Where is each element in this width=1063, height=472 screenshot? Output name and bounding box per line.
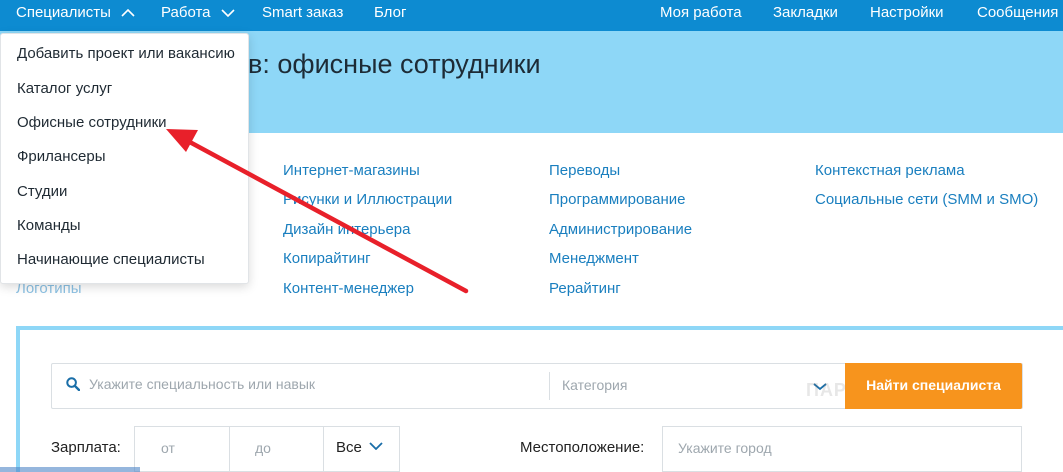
- category-select[interactable]: Категория: [562, 377, 627, 393]
- find-specialist-button[interactable]: Найти специалиста: [845, 363, 1022, 409]
- currency-value: Все: [336, 439, 362, 456]
- nav-settings[interactable]: Настройки: [870, 0, 944, 31]
- nav-specialists-label: Специалисты: [16, 4, 111, 21]
- search-divider: [549, 372, 550, 400]
- location-label: Местоположение:: [520, 439, 645, 456]
- category-link[interactable]: Администрирование: [549, 221, 692, 238]
- chevron-down-icon: [221, 9, 235, 18]
- bottom-strip: [0, 467, 140, 472]
- specialists-dropdown: Добавить проект или вакансию Каталог усл…: [0, 33, 249, 284]
- salary-to-placeholder: до: [255, 440, 271, 456]
- category-link[interactable]: Переводы: [549, 162, 620, 179]
- nav-messages[interactable]: Сообщения: [977, 0, 1058, 31]
- location-placeholder: Укажите город: [678, 440, 772, 456]
- nav-specialists[interactable]: Специалисты: [16, 0, 135, 31]
- nav-smart-order[interactable]: Smart заказ: [262, 0, 343, 31]
- category-link[interactable]: Программирование: [549, 191, 685, 208]
- dropdown-item-teams[interactable]: Команды: [17, 217, 81, 234]
- category-link[interactable]: Дизайн интерьера: [283, 221, 410, 238]
- nav-my-work[interactable]: Моя работа: [660, 0, 742, 31]
- category-link[interactable]: Контент-менеджер: [283, 280, 414, 297]
- dropdown-item-services-catalog[interactable]: Каталог услуг: [17, 80, 112, 97]
- salary-from-placeholder: от: [161, 440, 175, 456]
- chevron-down-icon: [369, 442, 383, 450]
- dropdown-item-beginners[interactable]: Начинающие специалисты: [17, 251, 205, 268]
- salary-from-field[interactable]: [134, 426, 230, 472]
- category-link[interactable]: Интернет-магазины: [283, 162, 420, 179]
- category-link[interactable]: Социальные сети (SMM и SMO): [815, 191, 1038, 208]
- page-title: в: офисные сотрудники: [248, 49, 541, 79]
- dropdown-item-studios[interactable]: Студии: [17, 183, 67, 200]
- category-link[interactable]: Менеджмент: [549, 250, 639, 267]
- nav-work[interactable]: Работа: [161, 0, 235, 31]
- search-icon: [66, 377, 80, 391]
- nav-work-label: Работа: [161, 4, 211, 21]
- chevron-up-icon: [121, 9, 135, 17]
- salary-label: Зарплата:: [51, 439, 121, 456]
- category-link[interactable]: Рерайтинг: [549, 280, 621, 297]
- dropdown-item-freelancers[interactable]: Фрилансеры: [17, 148, 105, 165]
- category-link[interactable]: Контекстная реклама: [815, 162, 965, 179]
- nav-bookmarks[interactable]: Закладки: [773, 0, 838, 31]
- dropdown-item-add-project[interactable]: Добавить проект или вакансию: [17, 45, 235, 62]
- dropdown-item-office-workers[interactable]: Офисные сотрудники: [17, 114, 167, 131]
- top-navigation: Специалисты Работа Smart заказ Блог Моя …: [0, 0, 1063, 31]
- search-input[interactable]: Укажите специальность или навык: [89, 376, 315, 392]
- nav-blog[interactable]: Блог: [374, 0, 406, 31]
- salary-to-field[interactable]: [229, 426, 324, 472]
- category-link[interactable]: Копирайтинг: [283, 250, 371, 267]
- category-link[interactable]: Рисунки и Иллюстрации: [283, 191, 452, 208]
